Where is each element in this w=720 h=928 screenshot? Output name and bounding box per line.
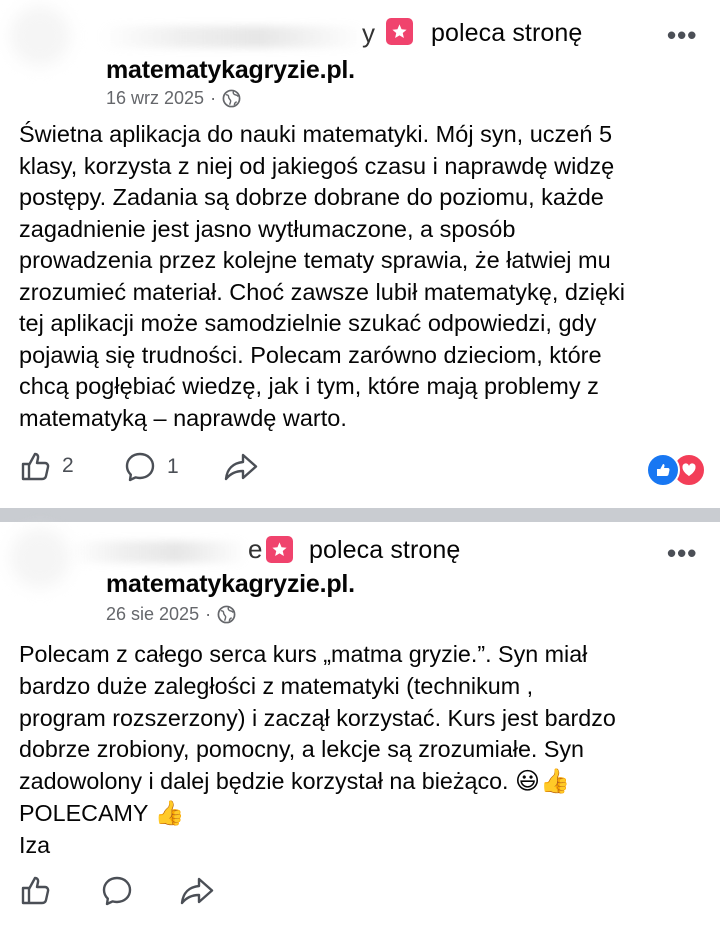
share-button[interactable] [178,874,216,908]
more-options-icon[interactable]: ••• [667,540,697,566]
star-badge-icon [386,18,413,45]
body-line: dobrze zrobiony, pomocny, a lekcje są zr… [19,736,584,763]
post-date[interactable]: 16 wrz 2025 [106,88,204,109]
page-name-link[interactable]: matematykagryzie.pl. [106,570,355,599]
author-name-tail[interactable]: y [362,18,375,49]
comment-button[interactable] [100,874,134,908]
author-name-tail[interactable]: e [248,534,262,565]
share-arrow-icon [180,877,214,905]
body-line: Iza [19,831,51,858]
globe-icon [217,605,236,624]
post-meta: 16 wrz 2025 · [106,88,241,109]
post-body: Świetna aplikacja do nauki matematyki. M… [19,121,625,431]
body-line: bardzo duże zaległości z matematyki (tec… [19,672,534,699]
reaction-summary[interactable] [646,453,706,487]
comment-bubble-icon [125,452,155,482]
avatar[interactable] [10,528,70,588]
thumbs-up-emoji: 👍 [540,768,570,796]
body-line: POLECAMY 👍 [19,798,709,830]
post-date[interactable]: 26 sie 2025 [106,604,199,625]
grinning-face-emoji: 😃 [515,768,541,796]
comment-bubble-icon [102,876,132,906]
post-divider [0,508,720,522]
author-name-redacted[interactable] [100,26,365,48]
recommend-text: poleca stronę [309,536,461,564]
like-button[interactable]: 2 [20,450,74,482]
like-button[interactable] [20,874,52,906]
globe-icon [222,89,241,108]
thumbs-up-icon [21,452,50,481]
page-name-link[interactable]: matematykagryzie.pl. [106,56,355,85]
action-bar [0,874,720,914]
thumbs-up-icon [21,876,50,905]
meta-separator: · [205,604,212,624]
body-line: program rozszerzony) i zaczął korzystać.… [19,704,616,731]
body-line: zadowolony i dalej będzie korzystał na b… [19,766,709,798]
share-arrow-icon [224,453,258,481]
action-bar: 2 1 [0,450,720,490]
like-count: 2 [62,454,74,477]
more-options-icon[interactable]: ••• [667,22,697,48]
comment-button[interactable]: 1 [123,450,179,484]
body-line-text: zadowolony i dalej będzie korzystał na b… [19,768,509,795]
meta-separator: · [210,88,217,108]
star-badge-icon [266,536,293,563]
recommend-text: poleca stronę [431,19,583,47]
like-reaction-icon [646,453,680,487]
thumbs-up-emoji: 👍 [154,799,185,827]
avatar[interactable] [10,6,70,66]
body-line-text: POLECAMY [19,799,149,826]
share-button[interactable] [222,450,260,484]
review-post: y poleca stronę ••• matematykagryzie.pl.… [0,0,720,508]
author-name-redacted[interactable] [70,541,248,563]
post-body: Polecam z całego serca kurs „matma gryzi… [19,639,709,862]
comment-count: 1 [167,455,179,478]
post-meta: 26 sie 2025 · [106,604,236,625]
review-post: e poleca stronę ••• matematykagryzie.pl.… [0,522,720,928]
body-line: Polecam z całego serca kurs „matma gryzi… [19,641,588,667]
